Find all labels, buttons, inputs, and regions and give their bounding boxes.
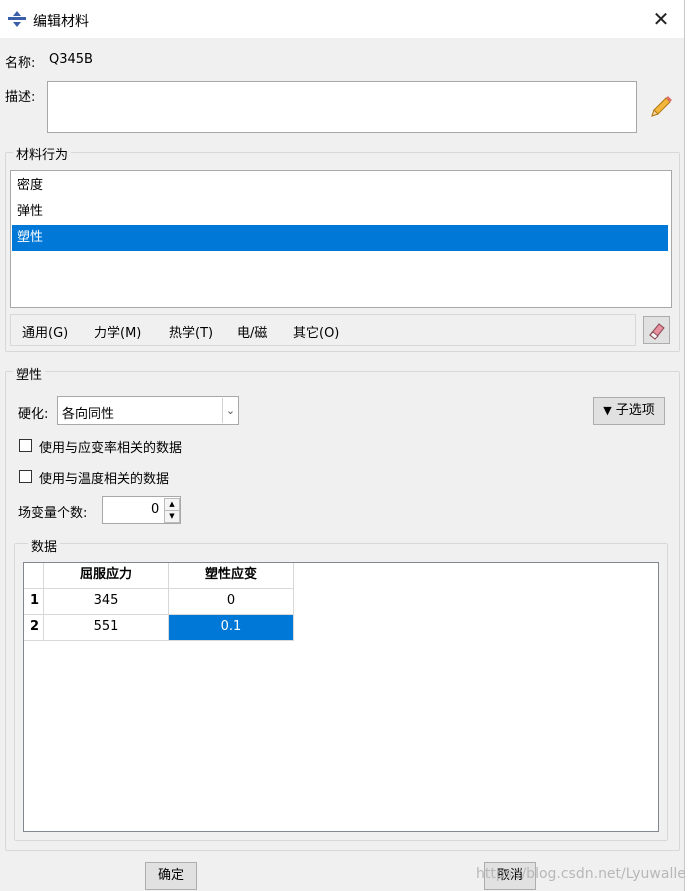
menu-mechanical[interactable]: 力学(M) <box>94 322 141 341</box>
table-cell[interactable]: 345 <box>44 589 169 615</box>
strain-rate-checkbox[interactable] <box>19 439 32 452</box>
menu-other[interactable]: 其它(O) <box>293 322 339 341</box>
spin-down-icon[interactable]: ▼ <box>164 510 180 523</box>
behavior-group-title: 材料行为 <box>13 144 72 163</box>
table-cell[interactable]: 551 <box>44 615 169 641</box>
table-cell[interactable]: 0 <box>169 589 294 615</box>
triangle-down-icon: ▼ <box>603 404 612 417</box>
description-label: 描述: <box>5 90 36 105</box>
desktop-edge <box>684 0 694 891</box>
table-cell-selected[interactable]: 0.1 <box>169 615 294 641</box>
temperature-label: 使用与温度相关的数据 <box>39 472 170 487</box>
list-item-density[interactable]: 密度 <box>12 173 668 199</box>
field-vars-spinner[interactable]: 0 ▲ ▼ <box>102 496 181 524</box>
menu-thermal[interactable]: 热学(T) <box>169 322 213 341</box>
hardening-label: 硬化: <box>18 407 49 422</box>
chevron-down-icon[interactable]: ⌄ <box>222 398 238 423</box>
column-header-plastic-strain[interactable]: 塑性应变 <box>169 563 294 589</box>
list-item-plastic[interactable]: 塑性 <box>12 225 668 251</box>
row-header[interactable]: 2 <box>24 615 44 641</box>
window-title: 编辑材料 <box>33 14 89 30</box>
material-name: Q345B <box>49 52 93 67</box>
suboptions-button[interactable]: ▼ 子选项 <box>593 397 665 425</box>
description-input[interactable] <box>47 81 637 133</box>
close-icon[interactable]: ✕ <box>650 8 672 30</box>
pencil-icon[interactable] <box>648 94 674 120</box>
column-header-yield-stress[interactable]: 屈服应力 <box>44 563 169 589</box>
hardening-value: 各向同性 <box>62 407 115 422</box>
data-table: 屈服应力 塑性应变 1 345 0 2 551 0.1 <box>23 562 659 832</box>
name-label: 名称: <box>5 56 36 71</box>
temperature-checkbox[interactable] <box>19 470 32 483</box>
field-vars-label: 场变量个数: <box>18 506 88 521</box>
suboptions-label: 子选项 <box>615 403 655 418</box>
title-bar <box>0 0 684 38</box>
field-vars-value: 0 <box>151 502 160 517</box>
menu-electromagnetic[interactable]: 电/磁 <box>237 322 267 341</box>
table-corner <box>24 563 44 589</box>
ok-button[interactable]: 确定 <box>145 862 197 890</box>
app-icon <box>8 11 26 27</box>
row-header[interactable]: 1 <box>24 589 44 615</box>
plastic-group-title: 塑性 <box>13 364 46 383</box>
eraser-icon <box>649 323 665 340</box>
data-group-title: 数据 <box>28 536 61 555</box>
eraser-button[interactable] <box>643 316 670 344</box>
menu-general[interactable]: 通用(G) <box>22 322 68 341</box>
window-border <box>684 0 685 891</box>
behavior-list: 密度 弹性 塑性 <box>10 170 672 308</box>
list-item-elastic[interactable]: 弹性 <box>12 199 668 225</box>
strain-rate-label: 使用与应变率相关的数据 <box>39 441 183 456</box>
watermark: https://blog.csdn.net/Lyuwalle <box>476 866 686 882</box>
hardening-select[interactable]: 各向同性 ⌄ <box>57 396 239 425</box>
